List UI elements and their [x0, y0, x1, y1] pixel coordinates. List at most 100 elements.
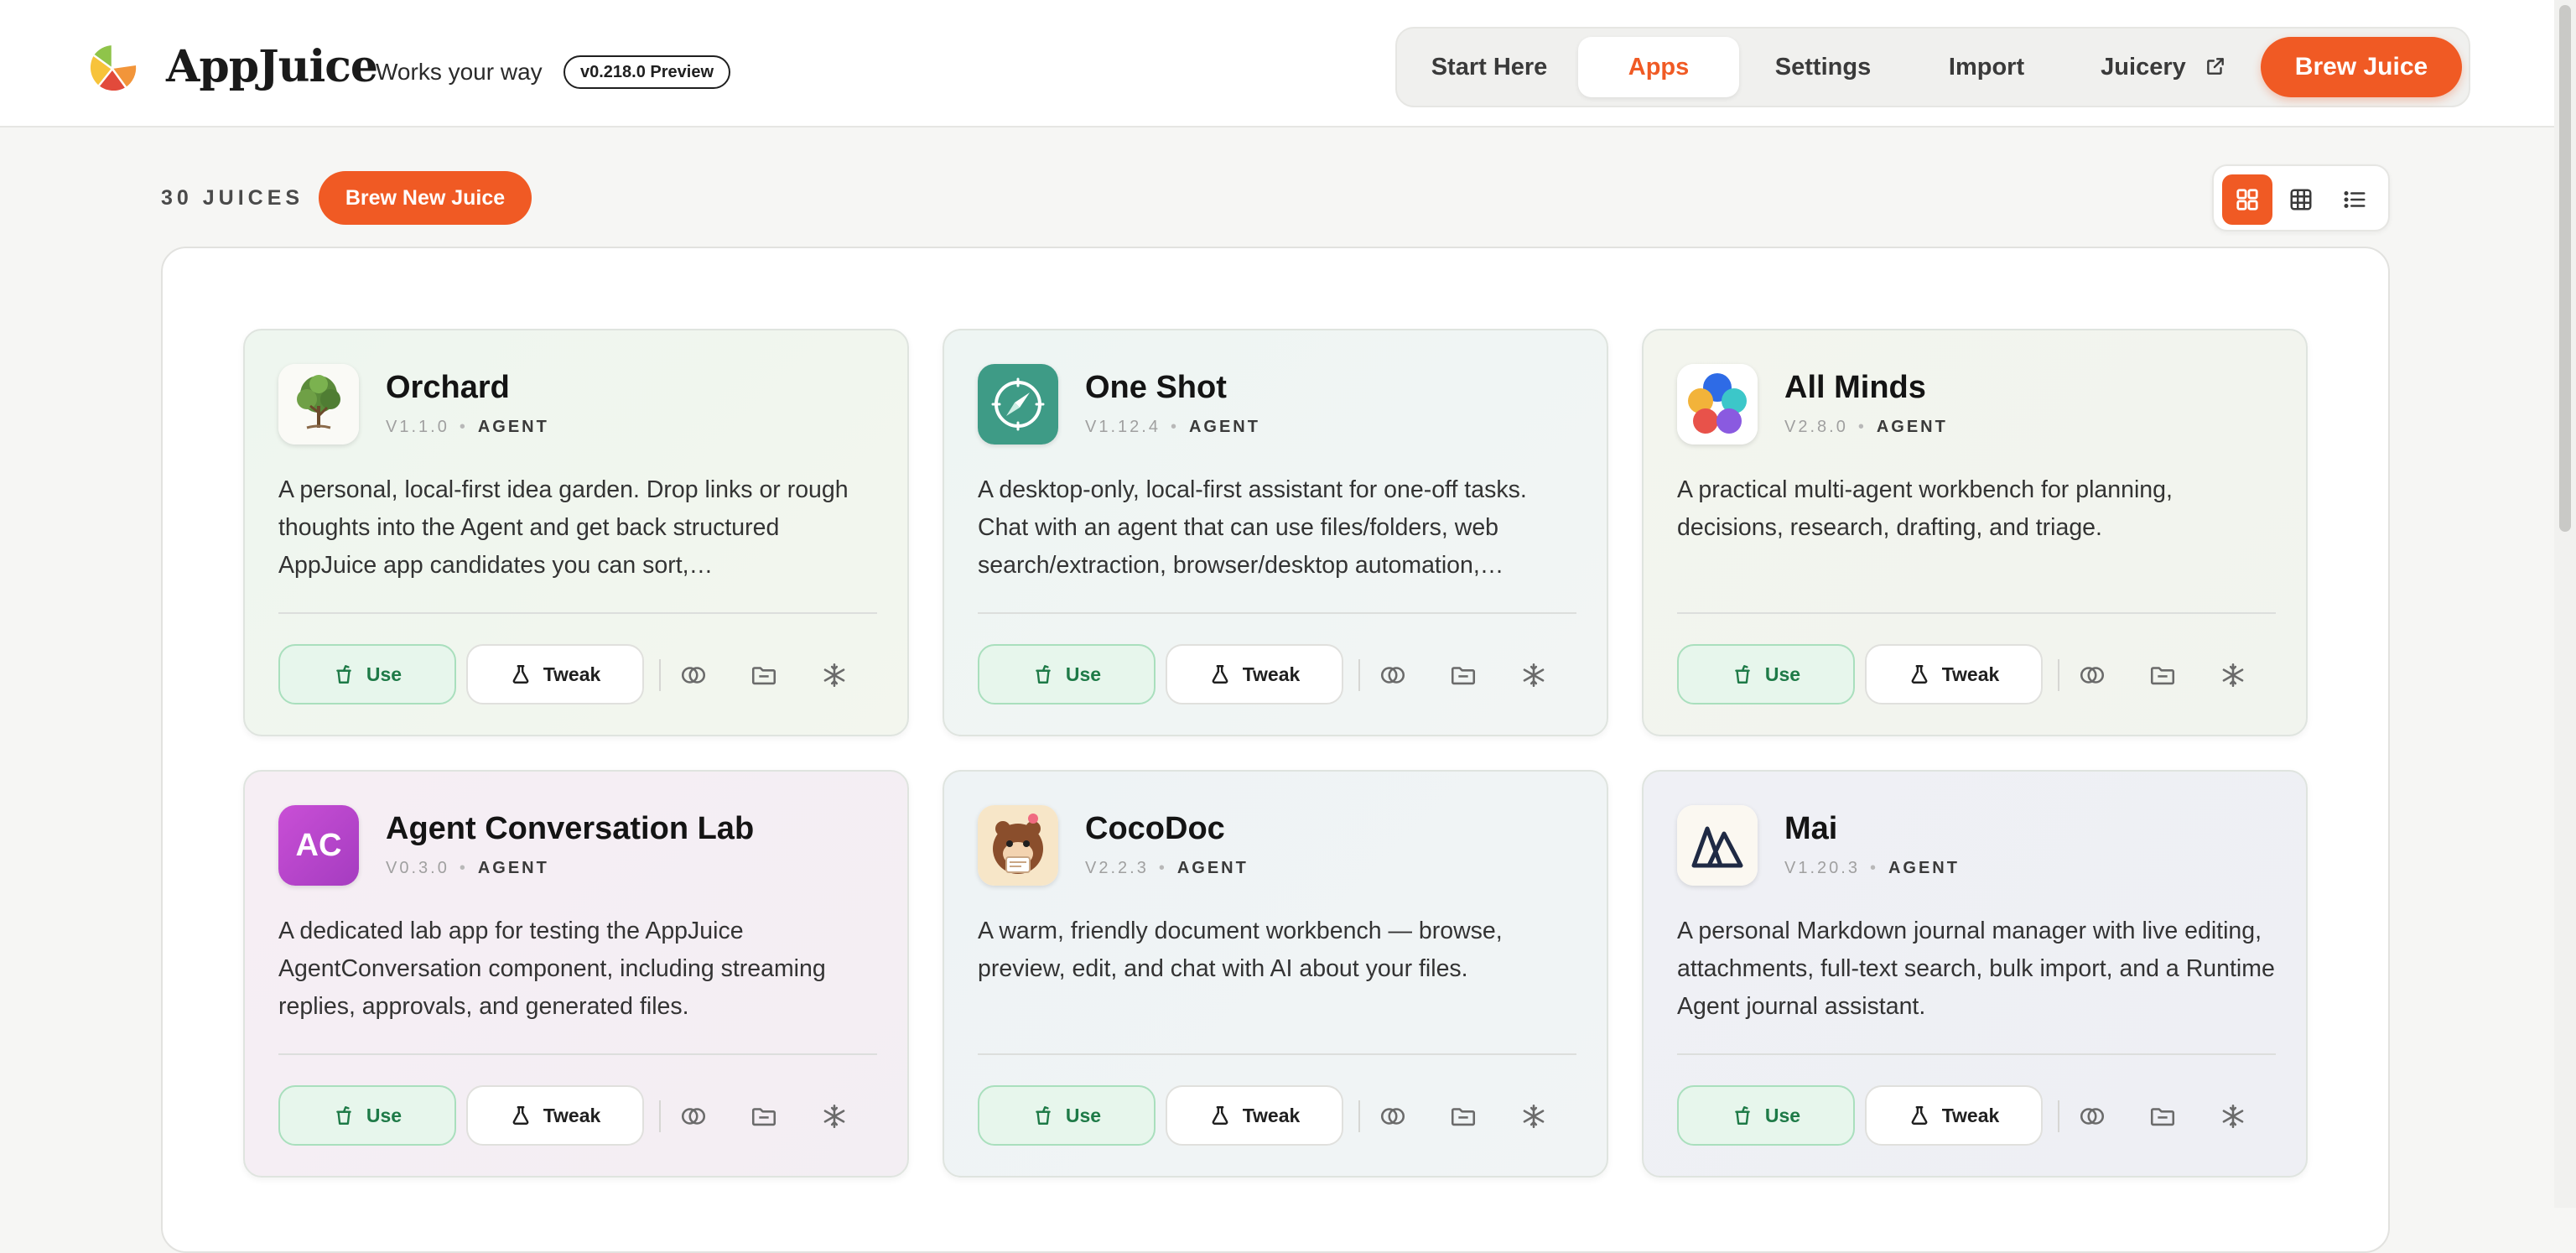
nav-settings[interactable]: Settings [1744, 37, 1902, 97]
app-description: A dedicated lab app for testing the AppJ… [278, 918, 826, 1020]
open-folder-button[interactable] [1449, 661, 1478, 689]
use-button[interactable]: Use [1677, 1085, 1855, 1146]
app-card-orchard[interactable]: Orchard V1.1.0 • AGENT A personal, local-f… [243, 329, 909, 736]
freeze-button[interactable] [1519, 661, 1548, 689]
copy-action-button[interactable] [679, 661, 708, 689]
snowflake-icon [2222, 1104, 2244, 1129]
copy-action-button[interactable] [2078, 661, 2106, 689]
app-description: A personal Markdown journal manager with… [1677, 918, 2275, 1020]
scrollbar-thumb[interactable] [2559, 5, 2571, 532]
tweak-button[interactable]: Tweak [466, 1085, 644, 1146]
ac-monogram-icon: AC [278, 805, 359, 886]
nav-apps[interactable]: Apps [1578, 37, 1739, 97]
large-grid-view-button[interactable] [2222, 174, 2272, 225]
nav-start-here[interactable]: Start Here [1405, 37, 1573, 97]
card-divider [278, 1053, 877, 1055]
use-button[interactable]: Use [278, 1085, 456, 1146]
card-divider [978, 612, 1576, 614]
app-kind: AGENT [477, 418, 549, 436]
app-card-cocodoc[interactable]: CocoDoc V2.2.3 • AGENT A warm, friendly do… [943, 770, 1608, 1178]
copy-action-button[interactable] [1379, 661, 1407, 689]
app-meta: V2.2.3 • AGENT [1085, 859, 1249, 877]
snowflake-icon [1523, 663, 1545, 688]
app-version: V1.1.0 [386, 418, 449, 436]
snowflake-icon [823, 1104, 845, 1129]
use-label: Use [1764, 663, 1801, 685]
freeze-button[interactable] [2219, 661, 2247, 689]
app-name: Mai [1784, 811, 1838, 846]
cup-icon [333, 650, 355, 684]
nav-juicery-label: Juicery [2101, 54, 2186, 81]
open-folder-button[interactable] [1449, 1102, 1478, 1131]
folder-icon [1451, 1108, 1476, 1126]
open-folder-button[interactable] [750, 1102, 778, 1131]
use-label: Use [366, 663, 402, 685]
flask-icon [1909, 1091, 1930, 1125]
app-card-mai[interactable]: Mai V1.20.3 • AGENT A personal Markdown jo… [1642, 770, 2308, 1178]
brew-juice-button[interactable]: Brew Juice [2261, 37, 2462, 97]
tagline: Works your way [376, 59, 543, 85]
card-divider [1677, 1053, 2276, 1055]
version-badge: v0.218.0 Preview [564, 55, 731, 89]
nav-juicery[interactable]: Juicery [2071, 37, 2256, 97]
app-kind: AGENT [1176, 859, 1249, 877]
copy-action-button[interactable] [2078, 1102, 2106, 1131]
use-button[interactable]: Use [978, 1085, 1156, 1146]
main-nav: Start Here Apps Settings Import Juicery … [1395, 27, 2470, 107]
use-button[interactable]: Use [278, 644, 456, 704]
page-scrollbar[interactable] [2554, 0, 2576, 1208]
nav-import[interactable]: Import [1907, 37, 2066, 97]
use-button[interactable]: Use [1677, 644, 1855, 704]
tweak-button[interactable]: Tweak [466, 644, 644, 704]
use-button[interactable]: Use [978, 644, 1156, 704]
mountain-icon [1677, 805, 1758, 886]
freeze-button[interactable] [820, 661, 849, 689]
copy-action-button[interactable] [1379, 1102, 1407, 1131]
tweak-label: Tweak [1941, 663, 2000, 685]
app-meta: V2.8.0 • AGENT [1784, 418, 1948, 436]
open-folder-button[interactable] [750, 661, 778, 689]
app-card-agent-conversation-lab[interactable]: AC Agent Conversation Lab V0.3.0 • AGENT A… [243, 770, 909, 1178]
app-meta: V1.20.3 • AGENT [1784, 859, 1960, 877]
app-version: V0.3.0 [386, 859, 449, 877]
tweak-button[interactable]: Tweak [1166, 1085, 1343, 1146]
app-name: CocoDoc [1085, 811, 1225, 846]
app-meta: V0.3.0 • AGENT [386, 859, 549, 877]
view-toggle [2212, 164, 2390, 231]
tweak-label: Tweak [1941, 1105, 2000, 1126]
open-folder-button[interactable] [2148, 1102, 2177, 1131]
app-card-one-shot[interactable]: One Shot V1.12.4 • AGENT A desktop-only, l… [943, 329, 1608, 736]
copy-action-button[interactable] [679, 1102, 708, 1131]
tweak-button[interactable]: Tweak [1166, 644, 1343, 704]
app-kind: AGENT [1188, 418, 1260, 436]
tweak-label: Tweak [1242, 1105, 1301, 1126]
freeze-button[interactable] [820, 1102, 849, 1131]
list-view-button[interactable] [2329, 174, 2380, 225]
app-kind: AGENT [1876, 418, 1948, 436]
use-label: Use [1764, 1105, 1801, 1126]
juice-count: 30 JUICES [161, 186, 304, 210]
link-circles-icon [2080, 667, 2105, 684]
open-folder-button[interactable] [2148, 661, 2177, 689]
app-card-all-minds[interactable]: All Minds V2.8.0 • AGENT A practical multi… [1642, 329, 2308, 736]
app-meta: V1.1.0 • AGENT [386, 418, 549, 436]
nav-apps-label: Apps [1628, 54, 1690, 81]
folder-icon [1451, 667, 1476, 685]
link-circles-icon [681, 667, 706, 684]
app-description: A warm, friendly document workbench — br… [978, 918, 1503, 982]
freeze-button[interactable] [1519, 1102, 1548, 1131]
card-divider [1677, 612, 2276, 614]
app-description: A desktop-only, local-first assistant fo… [978, 476, 1527, 579]
action-separator [2058, 1100, 2059, 1132]
tweak-button[interactable]: Tweak [1865, 644, 2043, 704]
nav-start-here-label: Start Here [1431, 54, 1548, 81]
action-separator [2058, 659, 2059, 691]
freeze-button[interactable] [2219, 1102, 2247, 1131]
colorful-petals-icon [1677, 364, 1758, 445]
compass-icon [978, 364, 1058, 445]
tweak-button[interactable]: Tweak [1865, 1085, 2043, 1146]
grid-view-button[interactable] [2276, 174, 2326, 225]
brew-new-juice-button[interactable]: Brew New Juice [319, 171, 532, 225]
snowflake-icon [2222, 663, 2244, 688]
app-name: Orchard [386, 370, 510, 405]
